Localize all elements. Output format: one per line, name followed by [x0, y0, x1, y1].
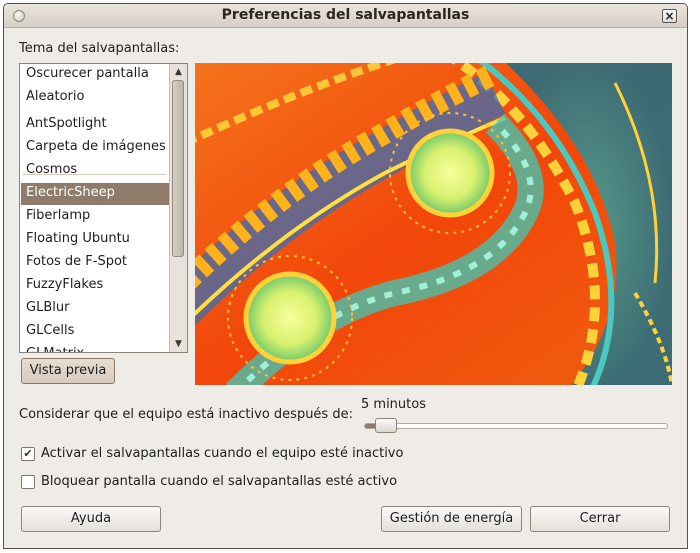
power-management-button[interactable]: Gestión de energía [381, 506, 522, 532]
list-item[interactable]: GLBlur [21, 298, 169, 320]
chevron-down-icon[interactable]: ▼ [170, 336, 187, 352]
activate-checkbox-label[interactable]: Activar el salvapantallas cuando el equi… [41, 446, 403, 461]
list-item[interactable]: Oscurecer pantalla [21, 64, 169, 86]
theme-list[interactable]: Oscurecer pantalla Aleatorio AntSpotligh… [19, 63, 188, 353]
theme-list-label: Tema del salvapantallas: [19, 41, 180, 56]
list-item[interactable]: GLMatrix [21, 344, 169, 352]
idle-time-slider[interactable] [364, 423, 668, 429]
close-button[interactable]: Cerrar [530, 506, 670, 532]
list-item[interactable]: Aleatorio [21, 87, 169, 109]
help-button[interactable]: Ayuda [21, 506, 161, 532]
activate-checkbox[interactable]: ✔ [21, 447, 35, 461]
slider-handle[interactable] [375, 418, 397, 433]
list-item[interactable]: Cosmos [21, 160, 169, 182]
list-item-selected[interactable]: ElectricSheep [21, 183, 169, 205]
preview-button[interactable]: Vista previa [21, 358, 115, 384]
fractal-preview-image [195, 63, 672, 385]
idle-time-value: 5 minutos [361, 397, 426, 412]
scrollbar-thumb[interactable] [172, 80, 184, 257]
list-item[interactable]: AntSpotlight [21, 114, 169, 136]
list-item[interactable]: Fotos de F-Spot [21, 252, 169, 274]
list-item[interactable]: Carpeta de imágenes [21, 137, 169, 159]
idle-time-label: Considerar que el equipo está inactivo d… [19, 407, 353, 422]
lock-checkbox[interactable] [21, 475, 35, 489]
screensaver-preferences-window: Preferencias del salvapantallas × Tema d… [3, 3, 688, 549]
list-item[interactable]: GLCells [21, 321, 169, 343]
list-item[interactable]: FuzzyFlakes [21, 275, 169, 297]
chevron-up-icon[interactable]: ▲ [170, 64, 187, 80]
screensaver-preview [195, 63, 672, 385]
lock-checkbox-label[interactable]: Bloquear pantalla cuando el salvapantall… [41, 474, 397, 489]
list-item[interactable]: Floating Ubuntu [21, 229, 169, 251]
close-icon[interactable]: × [662, 9, 677, 23]
title-bar[interactable]: Preferencias del salvapantallas × [4, 4, 687, 28]
list-item[interactable]: Fiberlamp [21, 206, 169, 228]
list-scrollbar[interactable]: ▲ ▼ [169, 64, 187, 352]
window-title: Preferencias del salvapantallas [221, 7, 470, 23]
